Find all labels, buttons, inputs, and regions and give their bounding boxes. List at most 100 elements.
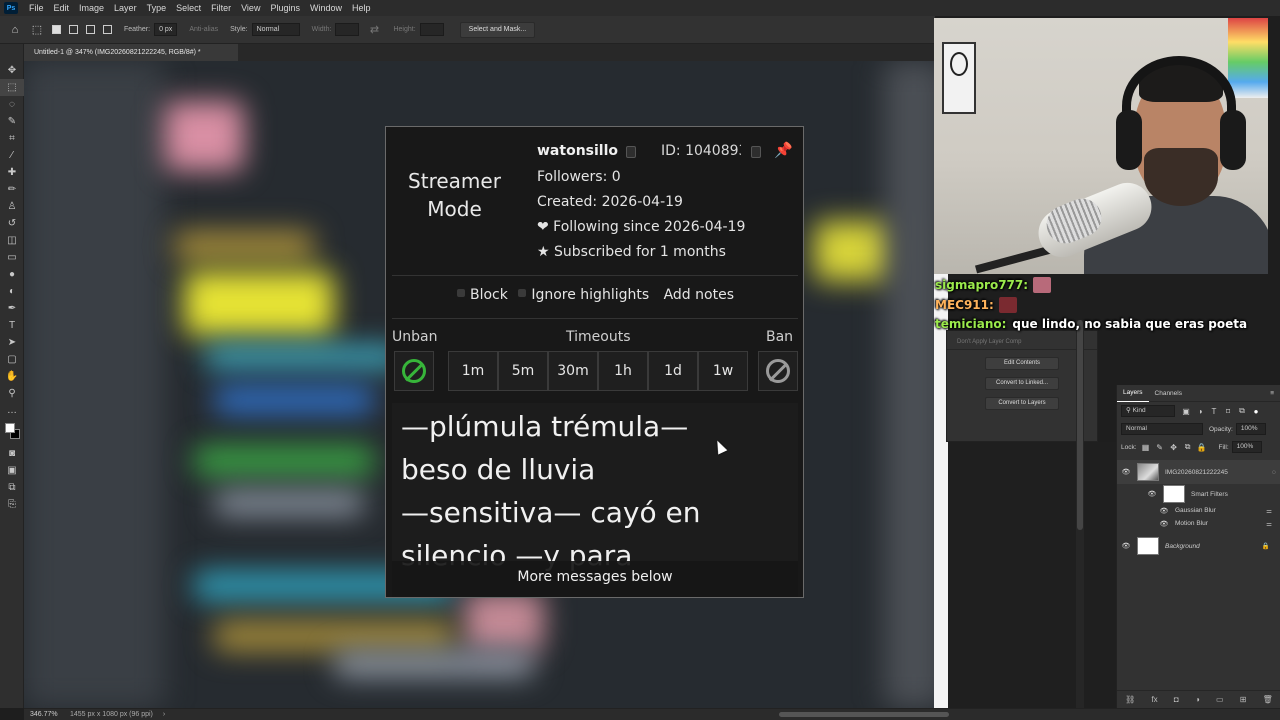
lock-pixels-icon[interactable]: ✎ [1155,443,1165,452]
menu-window[interactable]: Window [305,3,347,13]
menu-image[interactable]: Image [74,3,109,13]
kind-filter-select[interactable]: ⚲ Kind [1121,405,1175,417]
menu-view[interactable]: View [236,3,265,13]
timeout-5m-button[interactable]: 5m [498,351,548,391]
add-mask-icon[interactable]: ◘ [1174,695,1179,704]
layer-row-smart-object[interactable]: 👁 IMG20260821222245 ◌ [1117,460,1280,484]
menu-filter[interactable]: Filter [206,3,236,13]
shape-filter-icon[interactable]: ⌑ [1223,407,1233,416]
style-select[interactable]: Normal [251,23,300,36]
lock-all-icon[interactable]: 🔒 [1197,443,1207,452]
ignore-highlights-checkbox[interactable] [518,289,527,297]
eraser-tool-icon[interactable]: ◫ [0,232,24,249]
artboard-icon[interactable]: ⎘ [0,496,24,513]
move-tool-icon[interactable]: ✥ [0,62,24,79]
more-tools-icon[interactable]: … [0,402,24,419]
menu-plugins[interactable]: Plugins [265,3,305,13]
width-input[interactable] [335,23,360,36]
adjustment-layer-icon[interactable]: ◑ [1195,695,1200,704]
zoom-tool-icon[interactable]: ⚲ [0,385,24,402]
filter-row-motion-blur[interactable]: 👁 Motion Blur ⚌ [1117,517,1280,530]
blur-tool-icon[interactable]: ● [0,266,24,283]
document-tab[interactable]: Untitled-1 @ 347% (IMG20260821222245, RG… [24,44,238,61]
menu-layer[interactable]: Layer [109,3,142,13]
lock-artboard-icon[interactable]: ⧉ [1183,442,1193,452]
pin-icon[interactable]: 📌 [774,141,793,159]
layer-row-background[interactable]: 👁 Background 🔒 [1117,534,1280,558]
quick-select-tool-icon[interactable]: ✎ [0,113,24,130]
timeout-1d-button[interactable]: 1d [648,351,698,391]
horizontal-scrollbar-thumb[interactable] [779,712,949,717]
stamp-tool-icon[interactable]: ♙ [0,198,24,215]
visibility-eye-icon[interactable]: 👁 [1121,542,1131,550]
opacity-input[interactable]: 100% [1235,423,1266,435]
smart-object-filter-icon[interactable]: ⧉ [1237,406,1247,416]
block-option[interactable]: Block [457,287,508,303]
blending-options-icon[interactable]: ⚌ [1266,520,1280,528]
copy-username-icon[interactable] [626,146,636,158]
type-filter-icon[interactable]: T [1209,407,1219,416]
delete-layer-icon[interactable]: 🗑 [1263,695,1273,704]
status-menu-icon[interactable]: › [163,711,165,718]
zoom-level[interactable]: 346.77% [30,711,70,718]
type-tool-icon[interactable]: T [0,317,24,334]
more-messages-below-button[interactable]: More messages below [392,561,798,597]
convert-to-linked-button[interactable]: Convert to Linked... [985,377,1059,390]
new-layer-icon[interactable]: ⊞ [1240,695,1247,704]
brush-tool-icon[interactable]: ✏ [0,181,24,198]
ban-button[interactable] [758,351,798,391]
pixel-filter-icon[interactable]: ▣ [1181,407,1191,416]
tab-layers[interactable]: Layers [1117,384,1149,402]
history-brush-tool-icon[interactable]: ↺ [0,215,24,232]
menu-help[interactable]: Help [347,3,376,13]
motion-blur-eye-icon[interactable]: 👁 [1159,520,1169,528]
username-label[interactable]: watonsillo [537,143,618,159]
panel-scrollbar[interactable] [1076,320,1084,710]
blend-mode-select[interactable]: Normal [1121,423,1203,435]
tab-channels[interactable]: Channels [1149,385,1188,402]
filter-row-gaussian-blur[interactable]: 👁 Gaussian Blur ⚌ [1117,504,1280,517]
dodge-tool-icon[interactable]: ◐ [0,283,24,300]
layer-style-icon[interactable]: fx [1151,695,1157,704]
select-and-mask-button[interactable]: Select and Mask... [459,21,536,38]
panel-scrollbar-thumb[interactable] [1077,320,1083,530]
subtract-selection-icon[interactable] [86,25,95,34]
intersect-selection-icon[interactable] [103,25,112,34]
convert-to-layers-button[interactable]: Convert to Layers [985,397,1059,410]
screen-mode-icon[interactable]: ▣ [0,462,24,479]
edit-contents-button[interactable]: Edit Contents [985,357,1059,370]
crop-tool-icon[interactable]: ⌗ [0,130,24,147]
layer-comp-select[interactable]: Don't Apply Layer Comp [947,331,1097,350]
ignore-highlights-option[interactable]: Ignore highlights [518,287,649,303]
panel-menu-icon[interactable]: ≡ [1270,390,1280,397]
marquee-tool-preset-icon[interactable]: ⬚ [30,23,44,37]
eyedropper-tool-icon[interactable]: ⁄ [0,147,24,164]
foreground-color-swatch[interactable] [5,423,15,433]
menu-edit[interactable]: Edit [49,3,75,13]
lasso-tool-icon[interactable]: ◌ [0,96,24,113]
menu-type[interactable]: Type [142,3,172,13]
add-notes-button[interactable]: Add notes [664,287,734,303]
new-group-icon[interactable]: ▭ [1216,695,1224,704]
healing-brush-tool-icon[interactable]: ✚ [0,164,24,181]
user-messages-list[interactable]: —plúmula trémula— beso de lluvia —sensit… [392,403,798,597]
quick-mask-icon[interactable]: ◙ [0,445,24,462]
color-swatches[interactable] [0,419,24,445]
feather-input[interactable]: 0 px [154,23,178,36]
timeout-1h-button[interactable]: 1h [598,351,648,391]
smart-filter-icon[interactable]: ◌ [1272,469,1276,476]
link-layers-icon[interactable]: ⛓ [1125,695,1135,704]
copy-id-icon[interactable] [751,146,761,158]
path-select-tool-icon[interactable]: ➤ [0,334,24,351]
shape-tool-icon[interactable]: ▢ [0,351,24,368]
block-checkbox[interactable] [457,289,465,297]
swap-icon[interactable]: ⇄ [367,23,381,37]
smart-filters-eye-icon[interactable]: 👁 [1147,490,1157,498]
timeout-30m-button[interactable]: 30m [548,351,598,391]
add-selection-icon[interactable] [69,25,78,34]
lock-transparent-icon[interactable]: ▦ [1141,443,1151,452]
blending-options-icon[interactable]: ⚌ [1266,507,1280,515]
hand-tool-icon[interactable]: ✋ [0,368,24,385]
height-input[interactable] [419,23,444,36]
pen-tool-icon[interactable]: ✒ [0,300,24,317]
